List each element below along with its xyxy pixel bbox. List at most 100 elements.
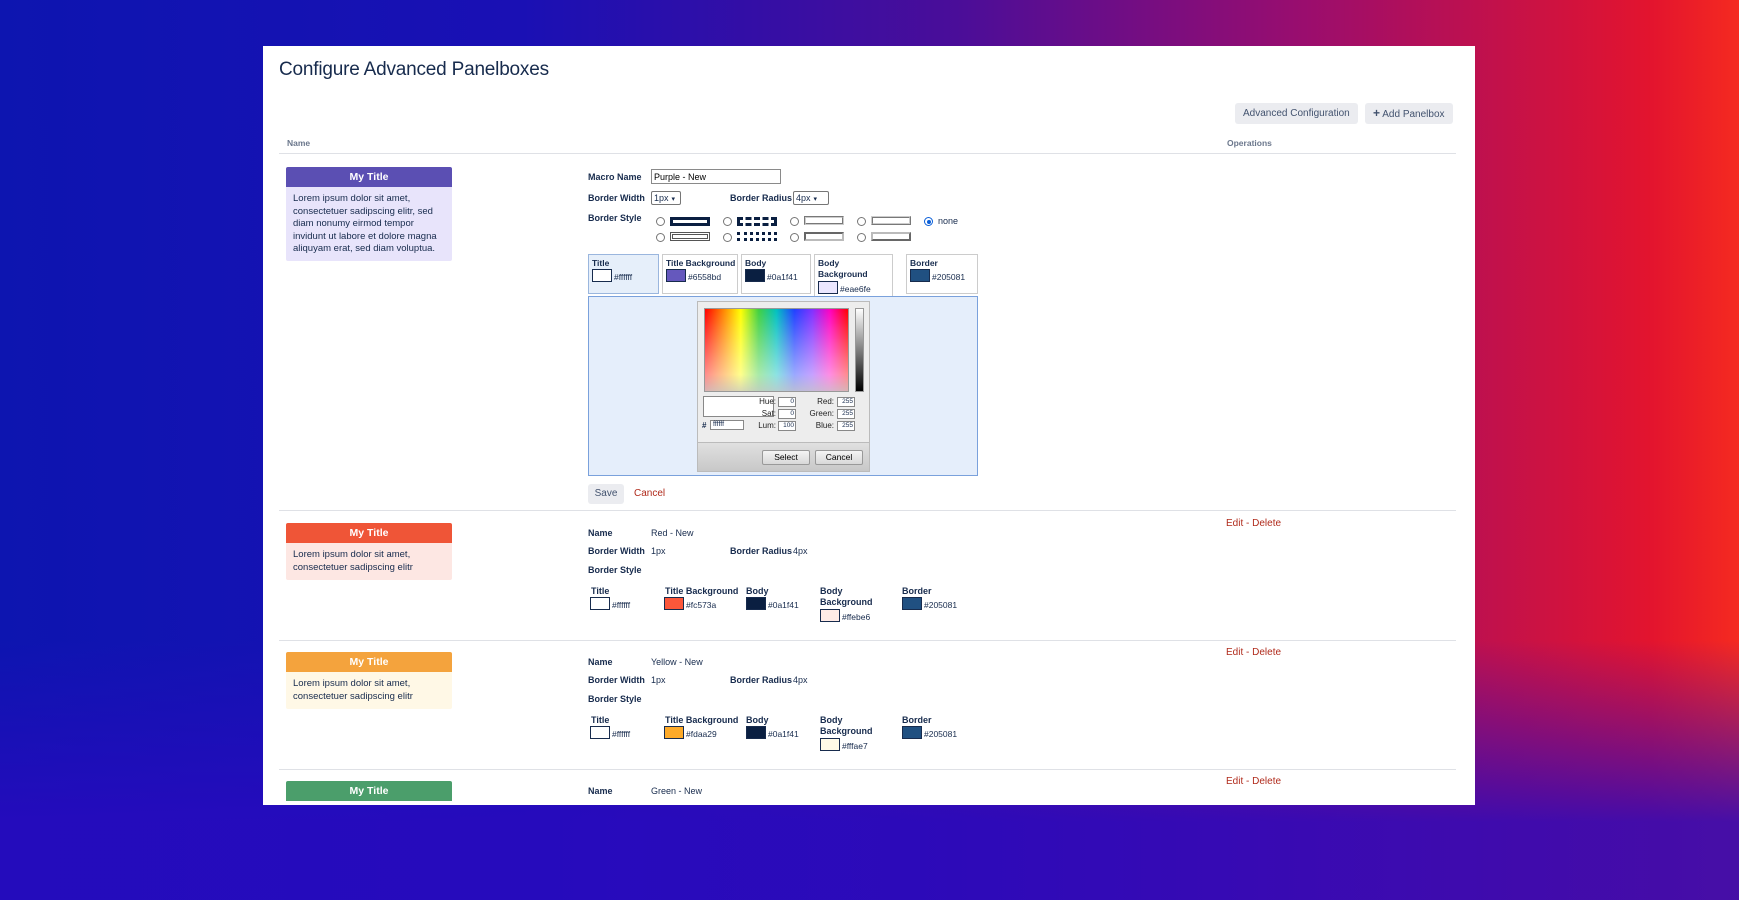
delete-link[interactable]: Delete [1252, 776, 1281, 787]
border-style-dotted-sample [737, 232, 777, 241]
color-tab-title-background[interactable]: Title Background #6558bd [662, 254, 738, 294]
border-style-none-label: none [938, 216, 959, 226]
border-style-label: Border Style [588, 694, 642, 704]
color-tab-body-background-label: Body Background [818, 258, 868, 279]
color-swatch-title [592, 269, 612, 282]
border-style-radio-dotted[interactable] [723, 233, 732, 242]
blue-label: Blue: [815, 421, 834, 430]
border-width-select[interactable]: 1px ▾ [651, 191, 681, 205]
border-width-label: Border Width [588, 675, 645, 685]
color-hex-body-background: #fffae7 [842, 741, 868, 751]
border-style-inset-sample [804, 232, 844, 241]
color-swatch-body [746, 726, 766, 739]
add-panelbox-label: Add Panelbox [1382, 109, 1445, 120]
lum-input[interactable]: 100 [778, 421, 796, 431]
sat-input[interactable]: 0 [778, 409, 796, 419]
panelbox-preview-red: My Title Lorem ipsum dolor sit amet, con… [286, 523, 452, 580]
add-panelbox-button[interactable]: + Add Panelbox [1365, 103, 1453, 124]
delete-link[interactable]: Delete [1252, 518, 1281, 529]
border-width-label: Border Width [588, 193, 645, 203]
panelbox-preview-green: My Title [286, 781, 452, 801]
color-swatch-border [910, 269, 930, 282]
row-operations: Edit - Delete [1226, 518, 1281, 529]
color-label-border: Border [902, 715, 932, 725]
border-style-radio-none[interactable] [924, 217, 933, 226]
edit-link[interactable]: Edit [1226, 776, 1243, 787]
operations-separator: - [1246, 518, 1250, 529]
border-style-radio-inset[interactable] [790, 233, 799, 242]
operations-separator: - [1246, 776, 1250, 787]
color-hex-title: #ffffff [614, 272, 633, 282]
border-style-radio-solid[interactable] [656, 217, 665, 226]
hue-input[interactable]: 0 [778, 397, 796, 407]
macro-name-input[interactable] [651, 169, 781, 184]
color-tab-title-background-label: Title Background [666, 258, 736, 268]
page-title: Configure Advanced Panelboxes [279, 59, 549, 80]
column-header-name: Name [287, 138, 311, 148]
name-value: Red - New [651, 528, 694, 538]
row-operations: Edit - Delete [1226, 776, 1281, 787]
delete-link[interactable]: Delete [1252, 647, 1281, 658]
luminance-slider[interactable] [855, 308, 864, 392]
cancel-link[interactable]: Cancel [634, 488, 665, 499]
blue-input[interactable]: 255 [837, 421, 855, 431]
color-hex-title: #ffffff [612, 600, 631, 610]
color-picker-panel: # ffffff Hue: 0 Sat: 0 Lum: 100 Red: 255… [588, 296, 978, 476]
color-hex-body: #0a1f41 [768, 729, 799, 739]
edit-link[interactable]: Edit [1226, 647, 1243, 658]
color-swatch-border [902, 597, 922, 610]
border-style-radio-outset[interactable] [857, 233, 866, 242]
chevron-down-icon: ▾ [813, 196, 818, 203]
edit-link[interactable]: Edit [1226, 518, 1243, 529]
color-swatch-border [902, 726, 922, 739]
picker-select-button[interactable]: Select [762, 450, 810, 465]
green-input[interactable]: 255 [837, 409, 855, 419]
red-input[interactable]: 255 [837, 397, 855, 407]
name-label: Name [588, 657, 613, 667]
border-style-ridge-sample [871, 216, 911, 225]
save-button[interactable]: Save [588, 484, 624, 504]
border-radius-select[interactable]: 4px ▾ [793, 191, 829, 205]
chevron-down-icon: ▾ [671, 196, 676, 203]
operations-separator: - [1246, 647, 1250, 658]
border-style-radio-dashed[interactable] [723, 217, 732, 226]
color-tab-border[interactable]: Border #205081 [906, 254, 978, 294]
green-label: Green: [809, 409, 834, 418]
color-hex-border: #205081 [924, 729, 958, 739]
color-label-title-background: Title Background [665, 715, 739, 725]
color-swatch-title-background [666, 269, 686, 282]
border-style-dashed-sample [737, 217, 777, 226]
color-spectrum[interactable] [704, 308, 849, 392]
app-window: Configure Advanced Panelboxes Advanced C… [263, 46, 1475, 805]
border-style-radio-ridge[interactable] [857, 217, 866, 226]
color-label-title: Title [591, 715, 610, 725]
name-value: Yellow - New [651, 657, 703, 667]
color-label-body: Body [746, 715, 769, 725]
color-picker: # ffffff Hue: 0 Sat: 0 Lum: 100 Red: 255… [697, 301, 870, 472]
border-style-outset-sample [871, 232, 911, 241]
hex-input[interactable]: ffffff [710, 420, 744, 430]
picker-cancel-button[interactable]: Cancel [815, 450, 863, 465]
sat-label: Sat: [761, 409, 776, 418]
color-tab-body-background[interactable]: Body Background #eae6fe [814, 254, 893, 298]
row-divider [279, 510, 1456, 511]
color-label-title: Title [591, 586, 610, 596]
row-operations: Edit - Delete [1226, 647, 1281, 658]
color-label-body-background: Body Background [820, 715, 873, 736]
preview-title: My Title [286, 781, 452, 801]
preview-title: My Title [286, 167, 452, 187]
hue-label: Hue: [759, 397, 776, 406]
color-swatch-body [746, 597, 766, 610]
border-style-radio-groove[interactable] [790, 217, 799, 226]
row-divider [279, 769, 1456, 770]
color-hex-body-background: #eae6fe [840, 284, 871, 294]
border-radius-label: Border Radius [730, 193, 793, 203]
advanced-configuration-button[interactable]: Advanced Configuration [1235, 103, 1358, 124]
preview-title: My Title [286, 523, 452, 543]
border-style-radio-double[interactable] [656, 233, 665, 242]
color-tab-title[interactable]: Title #ffffff [588, 254, 659, 294]
border-radius-label: Border Radius [730, 675, 793, 685]
color-swatch-body-background [820, 738, 840, 751]
color-tab-body[interactable]: Body #0a1f41 [741, 254, 811, 294]
row-divider [279, 640, 1456, 641]
